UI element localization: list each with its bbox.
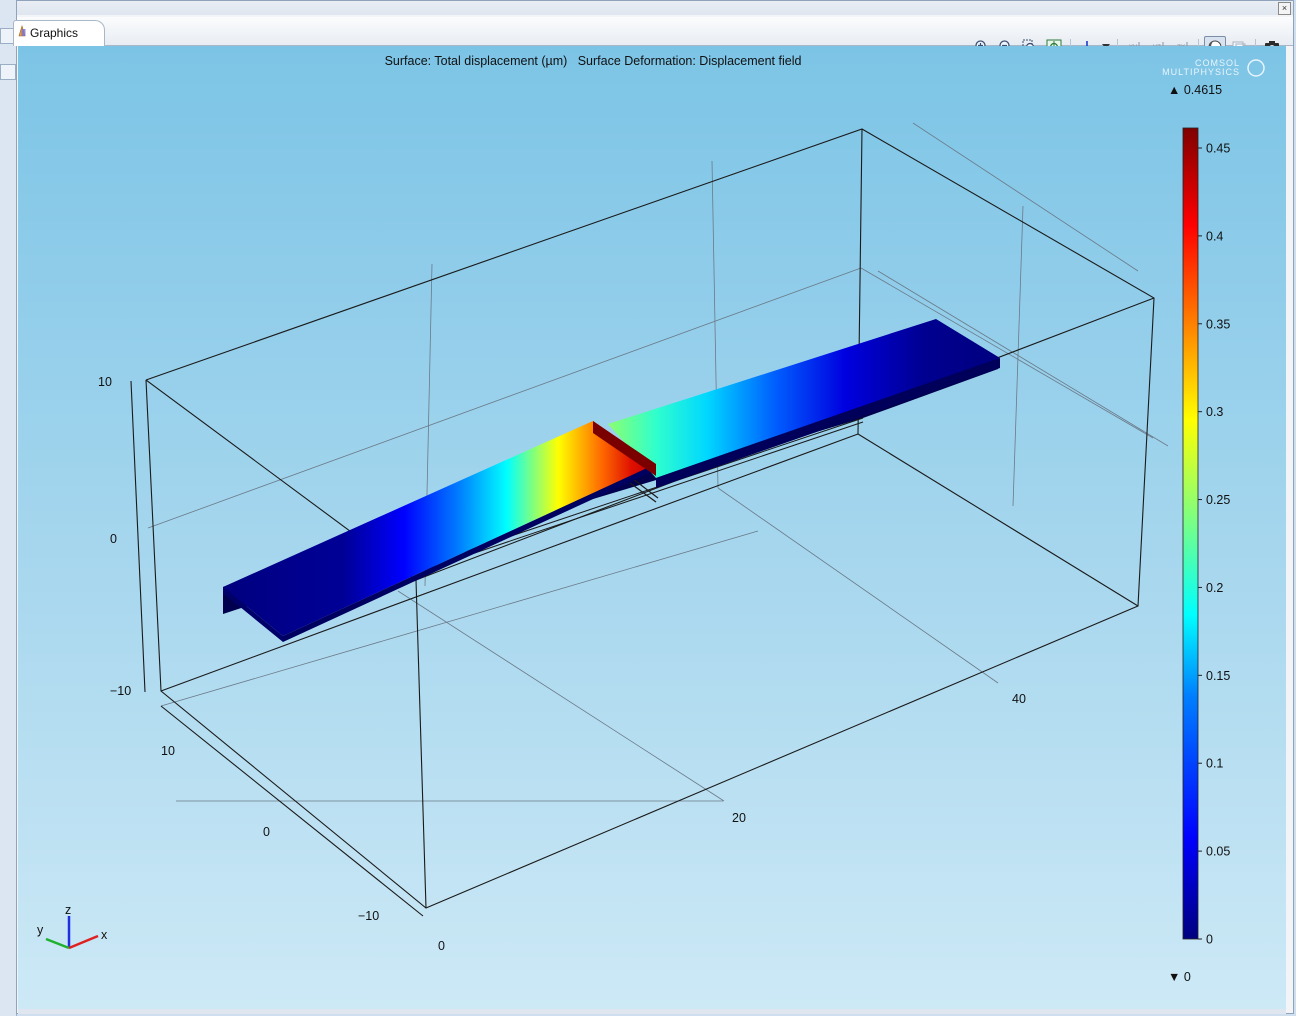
plot-title: Surface: Total displacement (µm) Surface… [384, 54, 802, 68]
window-top-strip: × [17, 1, 1293, 15]
colorbar-tick-label: 0.45 [1206, 142, 1230, 156]
triad-z-label: z [65, 903, 71, 917]
colorbar-tick-label: 0.3 [1206, 405, 1223, 419]
colorbar-tick-label: 0.25 [1206, 493, 1230, 507]
y-tick-label: 10 [161, 744, 175, 758]
triad-y-label: y [37, 923, 44, 937]
logo-line-2: MULTIPHYSICS [1162, 67, 1240, 77]
plot-canvas: 0.45 0.4 0.35 0.3 0.25 0.2 0.15 0.1 0.05 0 ▲ 0.46… [18, 46, 1286, 1009]
tab-bar: Graphics xy [13, 17, 1293, 58]
left-panel-edge [0, 0, 17, 1016]
tab-graphics[interactable]: Graphics [13, 20, 105, 46]
colorbar-max-label: ▲ 0.4615 [1168, 83, 1222, 97]
z-tick-label: 0 [110, 532, 117, 546]
graphics-viewport[interactable]: 0.45 0.4 0.35 0.3 0.25 0.2 0.15 0.1 0.05 0 ▲ 0.46… [18, 46, 1286, 1009]
colorbar-tick-label: 0.05 [1206, 845, 1230, 859]
colorbar-gradient [1182, 127, 1199, 940]
tab-graphics-label: Graphics [30, 26, 79, 40]
y-tick-label: 0 [263, 825, 270, 839]
colorbar-tick-label: 0.35 [1206, 317, 1230, 331]
y-tick-label: −10 [358, 909, 379, 923]
colorbar-tick-label: 0.4 [1206, 229, 1223, 243]
colorbar-min-label: ▼ 0 [1168, 970, 1191, 984]
colorbar-tick-label: 0 [1206, 933, 1213, 947]
z-tick-label: −10 [110, 684, 131, 698]
viewport-background [18, 46, 1286, 1009]
close-icon[interactable]: × [1278, 2, 1291, 15]
x-tick-label: 20 [732, 811, 746, 825]
colorbar-tick-label: 0.2 [1206, 581, 1223, 595]
colorbar-tick-label: 0.1 [1206, 757, 1223, 771]
colorbar-tick-label: 0.15 [1206, 669, 1230, 683]
graphics-tab-icon [18, 25, 26, 37]
window-bottom-strip [18, 1009, 1286, 1014]
triad-x-label: x [101, 928, 108, 942]
panel-scroll-handle[interactable] [0, 64, 16, 80]
x-tick-label: 0 [438, 939, 445, 953]
x-tick-label: 40 [1012, 692, 1026, 706]
graphics-window: × Graphics 0.45 0.4 0.35 0.3 0.25 0.2 0.… [13, 0, 1294, 1014]
z-tick-label: 10 [98, 375, 112, 389]
